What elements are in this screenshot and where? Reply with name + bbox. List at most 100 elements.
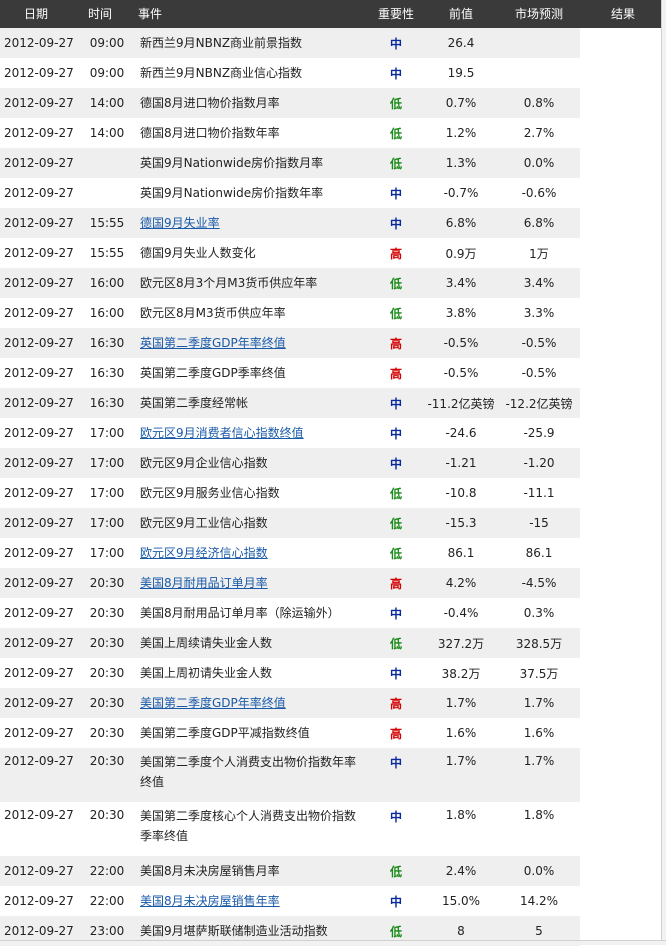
row-forecast: -12.2亿英镑: [498, 388, 580, 418]
row-result: [580, 88, 666, 118]
event-link[interactable]: 欧元区9月经济信心指数: [140, 546, 268, 560]
row-date: 2012-09-27: [0, 298, 82, 328]
table-row: 2012-09-27 09:00 新西兰9月NBNZ商业前景指数 中 26.4: [0, 28, 666, 58]
row-date: 2012-09-27: [0, 328, 82, 358]
event-link[interactable]: 英国第二季度GDP年率终值: [140, 336, 286, 350]
row-event-cell: 德国8月进口物价指数月率: [132, 88, 368, 118]
row-previous: 1.8%: [424, 802, 498, 856]
row-event-cell: 欧元区9月消费者信心指数终值: [132, 418, 368, 448]
importance-badge: 高: [368, 688, 424, 718]
row-previous: -10.8: [424, 478, 498, 508]
row-date: 2012-09-27: [0, 418, 82, 448]
importance-badge: 高: [368, 718, 424, 748]
table-row: 2012-09-27 14:00 德国8月进口物价指数年率 低 1.2% 2.7%: [0, 118, 666, 148]
event-name: 欧元区9月工业信心指数: [140, 516, 268, 530]
row-date: 2012-09-27: [0, 28, 82, 58]
row-event-cell: 美国第二季度个人消费支出物价指数年率终值: [132, 748, 368, 802]
row-date: 2012-09-27: [0, 886, 82, 916]
event-name: 美国上周初请失业金人数: [140, 666, 273, 680]
row-time: 15:55: [82, 238, 132, 268]
row-previous: 327.2万: [424, 628, 498, 658]
row-forecast: 14.2%: [498, 886, 580, 916]
row-previous: 1.2%: [424, 118, 498, 148]
importance-badge: 低: [368, 856, 424, 886]
event-link[interactable]: 美国8月未决房屋销售年率: [140, 894, 280, 908]
table-row: 2012-09-27 17:00 欧元区9月经济信心指数低 86.1 86.1: [0, 538, 666, 568]
event-link[interactable]: 美国第二季度GDP年率终值: [140, 696, 286, 710]
row-result: [580, 508, 666, 538]
row-result: [580, 802, 666, 856]
event-name: 德国9月失业人数变化: [140, 246, 256, 260]
row-time: 20:30: [82, 628, 132, 658]
row-forecast: 1.6%: [498, 718, 580, 748]
row-result: [580, 388, 666, 418]
table-row: 2012-09-27 20:30 美国第二季度GDP平减指数终值高 1.6% 1.6%: [0, 718, 666, 748]
row-result: [580, 268, 666, 298]
importance-badge: 低: [368, 298, 424, 328]
table-row: 2012-09-27 20:30 美国8月耐用品订单月率（除运输外） 中 -0.4% 0.…: [0, 598, 666, 628]
row-event-cell: 英国9月Nationwide房价指数月率: [132, 148, 368, 178]
row-previous: 2.4%: [424, 856, 498, 886]
row-previous: -11.2亿英镑: [424, 388, 498, 418]
row-event-cell: 新西兰9月NBNZ商业信心指数: [132, 58, 368, 88]
row-result: [580, 178, 666, 208]
importance-badge: 中: [368, 886, 424, 916]
row-date: 2012-09-27: [0, 88, 82, 118]
row-forecast: 3.4%: [498, 268, 580, 298]
row-result: [580, 148, 666, 178]
importance-badge: 低: [368, 478, 424, 508]
event-link[interactable]: 美国8月耐用品订单月率: [140, 576, 268, 590]
event-link[interactable]: 欧元区9月消费者信心指数终值: [140, 426, 304, 440]
row-result: [580, 748, 666, 802]
table-header-row: 日期 时间 事件 重要性 前值 市场预测 结果: [0, 0, 666, 28]
table-row: 2012-09-27 16:30 英国第二季度GDP年率终值高 -0.5% -0.5%: [0, 328, 666, 358]
row-forecast: -0.5%: [498, 328, 580, 358]
row-event-cell: 德国9月失业人数变化: [132, 238, 368, 268]
row-time: 22:00: [82, 856, 132, 886]
economic-calendar-table: 日期 时间 事件 重要性 前值 市场预测 结果 2012-09-27 09:00 新…: [0, 0, 666, 946]
importance-badge: 中: [368, 802, 424, 856]
row-result: [580, 688, 666, 718]
row-event-cell: 欧元区9月企业信心指数: [132, 448, 368, 478]
row-time: 16:30: [82, 358, 132, 388]
row-time: 20:30: [82, 718, 132, 748]
row-event-cell: 美国第二季度GDP平减指数终值: [132, 718, 368, 748]
row-date: 2012-09-27: [0, 478, 82, 508]
row-result: [580, 856, 666, 886]
table-row: 2012-09-27 15:55 德国9月失业率中 6.8% 6.8%: [0, 208, 666, 238]
row-time: 09:00: [82, 58, 132, 88]
frame-edge-bottom: [0, 940, 666, 945]
row-previous: 1.7%: [424, 688, 498, 718]
event-name: 新西兰9月NBNZ商业信心指数: [140, 66, 303, 80]
row-date: 2012-09-27: [0, 658, 82, 688]
calendar-page: 日期 时间 事件 重要性 前值 市场预测 结果 2012-09-27 09:00 新…: [0, 0, 666, 946]
row-time: 14:00: [82, 88, 132, 118]
row-previous: -0.7%: [424, 178, 498, 208]
row-date: 2012-09-27: [0, 208, 82, 238]
table-row: 2012-09-27 20:30 美国第二季度核心个人消费支出物价指数季率终值中 1.…: [0, 802, 666, 856]
event-name: 新西兰9月NBNZ商业前景指数: [140, 36, 303, 50]
row-previous: 15.0%: [424, 886, 498, 916]
row-previous: -0.5%: [424, 358, 498, 388]
row-result: [580, 418, 666, 448]
row-forecast: 1.8%: [498, 802, 580, 856]
row-date: 2012-09-27: [0, 268, 82, 298]
table-row: 2012-09-27 16:00 欧元区8月M3货币供应年率 低 3.8% 3.3%: [0, 298, 666, 328]
row-time: 09:00: [82, 28, 132, 58]
event-name: 英国第二季度经常帐: [140, 396, 249, 410]
row-date: 2012-09-27: [0, 118, 82, 148]
row-previous: 19.5: [424, 58, 498, 88]
event-name: 欧元区8月3个月M3货币供应年率: [140, 276, 318, 290]
importance-badge: 低: [368, 118, 424, 148]
table-row: 2012-09-27 14:00 德国8月进口物价指数月率 低 0.7% 0.8%: [0, 88, 666, 118]
row-time: 17:00: [82, 478, 132, 508]
row-forecast: -1.20: [498, 448, 580, 478]
row-forecast: 328.5万: [498, 628, 580, 658]
event-link[interactable]: 德国9月失业率: [140, 216, 220, 230]
row-event-cell: 欧元区8月M3货币供应年率: [132, 298, 368, 328]
row-forecast: -11.1: [498, 478, 580, 508]
row-event-cell: 德国8月进口物价指数年率: [132, 118, 368, 148]
table-row: 2012-09-27 17:00 欧元区9月服务业信心指数 低 -10.8 -11.1: [0, 478, 666, 508]
event-name: 英国9月Nationwide房价指数月率: [140, 156, 324, 170]
row-result: [580, 58, 666, 88]
